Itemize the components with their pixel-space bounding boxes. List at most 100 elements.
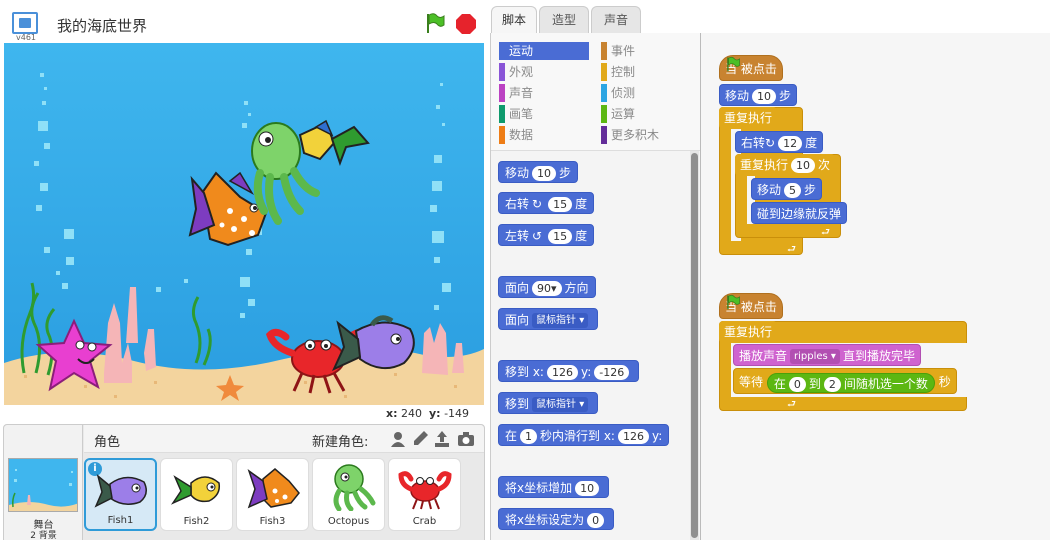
category-data[interactable]: 数据 xyxy=(499,126,533,144)
fullscreen-icon[interactable] xyxy=(12,12,38,34)
block-label: y: xyxy=(651,429,663,443)
block-input[interactable]: 15 xyxy=(548,229,573,244)
block-label: 面向 xyxy=(505,313,530,327)
block-input[interactable]: 10 xyxy=(575,481,600,496)
upload-icon[interactable] xyxy=(432,429,452,449)
sprite-tile-fish2[interactable]: Fish2 xyxy=(160,458,233,531)
green-flag-icon[interactable] xyxy=(424,12,446,34)
block-turn-right[interactable]: 右转↻ 12 度 xyxy=(735,131,824,153)
sound-dropdown[interactable]: ripples ▾ xyxy=(790,349,840,364)
block-input[interactable]: 15 xyxy=(548,197,573,212)
tab-sounds[interactable]: 声音 xyxy=(591,6,641,34)
sprite-name: Crab xyxy=(412,516,437,527)
hat-when-flag-clicked[interactable]: 当 被点击 xyxy=(719,293,783,319)
mouse-coordinates: x: 240 y: -149 xyxy=(386,407,469,420)
category-sound[interactable]: 声音 xyxy=(499,84,533,102)
tab-costumes[interactable]: 造型 xyxy=(539,6,589,34)
block-label: 面向 xyxy=(505,281,530,295)
loop-arrow-icon: ⮐ xyxy=(787,244,796,255)
stage-header: v461 我的海底世界 xyxy=(0,0,486,42)
block-label: 度 xyxy=(805,136,818,150)
block-dropdown[interactable]: 鼠标指针 ▾ xyxy=(532,313,589,328)
crab-thumbnail xyxy=(398,471,452,510)
block-input[interactable]: -126 xyxy=(594,365,630,380)
block-forever[interactable]: 重复执行 xyxy=(719,321,778,343)
block-input[interactable]: 10 xyxy=(752,89,777,104)
sprites-header: 角色 新建角色: xyxy=(84,425,484,453)
block-input[interactable]: 126 xyxy=(617,429,649,444)
version-label: v461 xyxy=(16,33,37,42)
mouse-x-label: x: xyxy=(386,407,398,420)
loop-arrow-icon: ⮐ xyxy=(821,227,830,238)
block-input[interactable]: 126 xyxy=(546,365,578,380)
sprite-tile-octopus[interactable]: Octopus xyxy=(312,458,385,531)
sprite-tile-fish1[interactable]: i Fish1 xyxy=(84,458,157,531)
sprite-tile-fish3[interactable]: Fish3 xyxy=(236,458,309,531)
stage-thumbnail[interactable] xyxy=(8,458,78,512)
block-goto-xy[interactable]: 移到 x: 126 y: -126 xyxy=(498,360,640,382)
block-move-steps[interactable]: 移动 10 步 xyxy=(719,84,798,106)
octopus-thumbnail xyxy=(333,464,376,511)
fish3-thumbnail xyxy=(247,468,300,509)
block-label: 被点击 xyxy=(740,62,777,76)
paint-brush-icon[interactable] xyxy=(410,429,430,449)
block-label: 重复执行 xyxy=(724,111,773,125)
hat-when-flag-clicked[interactable]: 当 被点击 xyxy=(719,55,783,81)
block-dropdown[interactable]: 鼠标指针 ▾ xyxy=(532,397,589,412)
block-forever[interactable]: 重复执行 xyxy=(719,107,778,129)
block-move-steps[interactable]: 移动 5 步 xyxy=(751,178,823,200)
block-input[interactable]: 5 xyxy=(784,183,802,198)
block-glide[interactable]: 在 1 秒内滑行到 x: 126 y: xyxy=(498,424,670,446)
category-motion[interactable]: 运动 xyxy=(499,42,589,60)
block-play-sound-until-done[interactable]: 播放声音 ripples ▾ 直到播放完毕 xyxy=(733,344,921,366)
block-label: 右转 xyxy=(505,197,530,211)
stage-canvas[interactable] xyxy=(4,43,484,405)
category-list: 运动 外观 声音 画笔 数据 事件 控制 侦测 运算 更多积木 xyxy=(491,33,701,151)
block-label: 左转 xyxy=(505,229,530,243)
block-label: 度 xyxy=(575,197,588,211)
category-more-blocks[interactable]: 更多积木 xyxy=(601,126,659,144)
sprite-library-icon[interactable] xyxy=(388,429,408,449)
block-move-steps[interactable]: 移动 10 步 xyxy=(498,161,579,183)
stage-selector[interactable]: 舞台 2 背景 xyxy=(4,425,83,540)
scripts-area[interactable]: 当 被点击 移动 10 步 重复执行 右转↻ 12 度 重复执行 10 次 移动 5 步 碰到边… xyxy=(700,33,1050,540)
category-looks[interactable]: 外观 xyxy=(499,63,533,81)
category-sensing[interactable]: 侦测 xyxy=(601,84,635,102)
camera-icon[interactable] xyxy=(456,429,476,449)
block-wait[interactable]: 等待 在 0 到 2 间随机选一个数 秒 xyxy=(733,368,957,394)
block-input[interactable]: 1 xyxy=(520,429,538,444)
block-goto[interactable]: 移到 鼠标指针 ▾ xyxy=(498,392,599,414)
palette-scroll-thumb[interactable] xyxy=(691,153,698,538)
project-title[interactable]: 我的海底世界 xyxy=(57,15,147,36)
block-point-direction[interactable]: 面向 90▾ 方向 xyxy=(498,276,596,298)
block-palette: 运动 外观 声音 画笔 数据 事件 控制 侦测 运算 更多积木 移动 10 步 右转… xyxy=(490,33,701,540)
tab-scripts[interactable]: 脚本 xyxy=(491,6,537,36)
category-events[interactable]: 事件 xyxy=(601,42,635,60)
block-turn-left[interactable]: 左转 ↺ 15 度 xyxy=(498,224,595,246)
block-repeat[interactable]: 重复执行 10 次 xyxy=(735,154,836,176)
block-turn-right[interactable]: 右转 ↻ 15 度 xyxy=(498,192,595,214)
block-input[interactable]: 0 xyxy=(587,513,605,528)
block-label: 重复执行 xyxy=(740,158,789,172)
palette-scrollbar[interactable] xyxy=(690,151,699,540)
block-input[interactable]: 2 xyxy=(823,376,841,392)
stop-icon[interactable] xyxy=(456,14,476,34)
backdrop-count: 2 背景 xyxy=(30,531,57,540)
block-label: 方向 xyxy=(564,281,589,295)
block-pick-random[interactable]: 在 0 到 2 间随机选一个数 xyxy=(766,372,935,393)
block-input[interactable]: 12 xyxy=(778,136,803,151)
sprite-tile-crab[interactable]: Crab xyxy=(388,458,461,531)
block-set-x[interactable]: 将x坐标设定为 0 xyxy=(498,508,615,530)
category-pen[interactable]: 画笔 xyxy=(499,105,533,123)
block-input[interactable]: 90▾ xyxy=(532,281,562,296)
category-operators[interactable]: 运算 xyxy=(601,105,635,123)
sprite-name: Fish1 xyxy=(107,515,134,526)
block-change-x[interactable]: 将x坐标增加 10 xyxy=(498,476,610,498)
block-bounce-on-edge[interactable]: 碰到边缘就反弹 xyxy=(751,202,848,224)
block-input[interactable]: 10 xyxy=(791,158,816,173)
block-input[interactable]: 10 xyxy=(532,166,557,181)
block-point-towards[interactable]: 面向 鼠标指针 ▾ xyxy=(498,308,599,330)
mouse-x-value: 240 xyxy=(401,407,422,420)
block-input[interactable]: 0 xyxy=(788,376,806,392)
category-control[interactable]: 控制 xyxy=(601,63,635,81)
